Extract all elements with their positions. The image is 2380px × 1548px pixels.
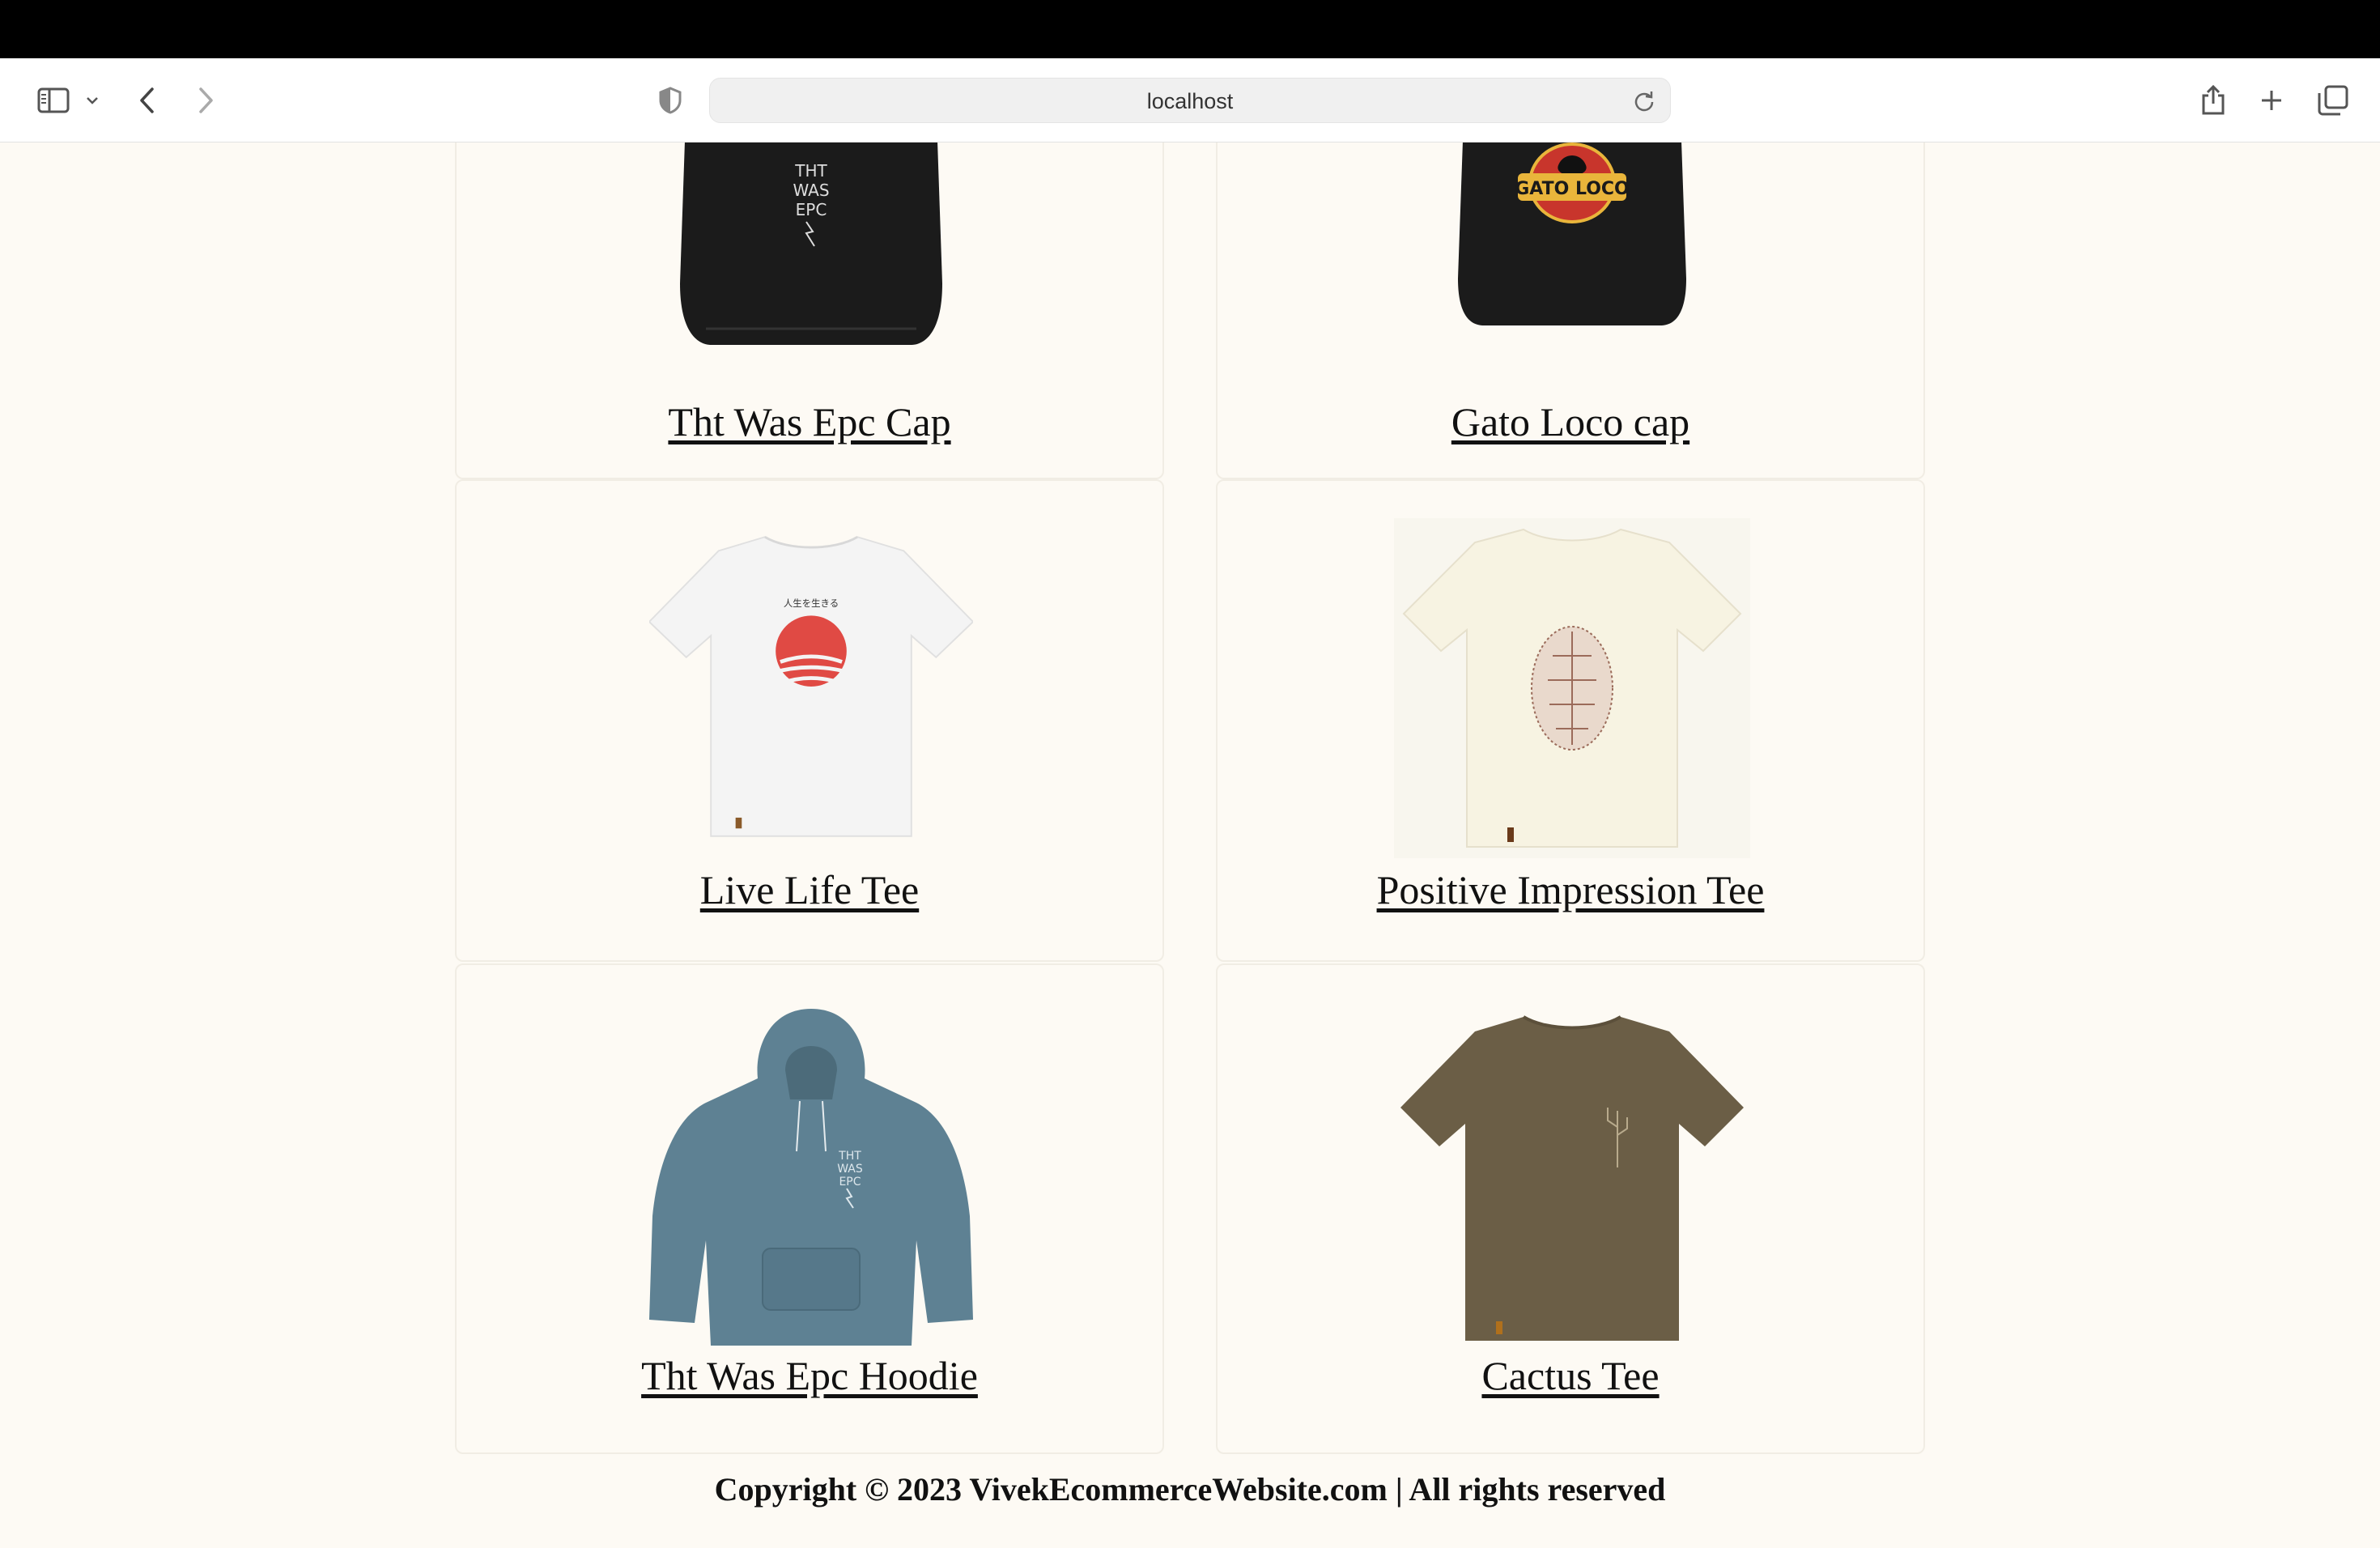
product-card[interactable]: Positive Impression Tee	[1216, 479, 1925, 962]
product-card[interactable]: Cactus Tee	[1216, 963, 1925, 1454]
product-card[interactable]: GATO LOCO Gato Loco cap	[1216, 142, 1925, 479]
product-name-link[interactable]: Cactus Tee	[1218, 1352, 1923, 1399]
product-image[interactable]	[1386, 518, 1758, 858]
product-image[interactable]	[1394, 1014, 1750, 1346]
product-image[interactable]: 人生を生きる	[649, 525, 973, 848]
hoodie-graphic-line-1: THT	[838, 1150, 861, 1163]
window-top-bar	[0, 0, 2380, 58]
address-bar[interactable]: localhost	[709, 78, 1671, 123]
footer-copyright: Copyright © 2023 VivekEcommerceWebsite.c…	[714, 1471, 1666, 1508]
product-card[interactable]: 人生を生きる Live Life Tee	[455, 479, 1164, 962]
forward-arrow-icon[interactable]	[189, 58, 222, 142]
chevron-down-icon[interactable]	[81, 58, 104, 142]
new-tab-plus-icon[interactable]	[2255, 58, 2288, 142]
product-name-link[interactable]: Gato Loco cap	[1218, 398, 1923, 445]
cap-graphic-line-3: EPC	[796, 200, 827, 219]
product-name-link[interactable]: Positive Impression Tee	[1218, 866, 1923, 913]
hoodie-graphic-line-3: EPC	[839, 1176, 861, 1189]
page-content: THT WAS EPC Tht Was Epc Cap GATO LOCO Ga…	[0, 142, 2380, 1548]
browser-toolbar: localhost	[0, 58, 2380, 142]
cap-graphic-line-1: THT	[794, 161, 827, 181]
tab-overview-icon[interactable]	[2315, 58, 2351, 142]
tee-graphic-text: 人生を生きる	[784, 598, 839, 609]
product-image[interactable]: THT WAS EPC	[641, 1006, 981, 1349]
product-name-link[interactable]: Tht Was Epc Cap	[457, 398, 1162, 445]
cap-graphic-line-2: WAS	[793, 181, 829, 200]
reload-icon[interactable]	[1633, 90, 1655, 117]
share-icon[interactable]	[2197, 58, 2229, 142]
privacy-shield-icon[interactable]	[654, 58, 686, 142]
product-card[interactable]: THT WAS EPC Tht Was Epc Hoodie	[455, 963, 1164, 1454]
hoodie-graphic-line-2: WAS	[837, 1163, 863, 1176]
url-text: localhost	[1146, 89, 1234, 113]
product-image[interactable]: THT WAS EPC	[649, 142, 973, 347]
product-card[interactable]: THT WAS EPC Tht Was Epc Cap	[455, 142, 1164, 479]
gato-loco-logo-text: GATO LOCO	[1515, 179, 1630, 199]
product-name-link[interactable]: Live Life Tee	[457, 866, 1162, 913]
product-name-link[interactable]: Tht Was Epc Hoodie	[457, 1352, 1162, 1399]
product-image[interactable]: GATO LOCO	[1410, 142, 1734, 327]
back-arrow-icon[interactable]	[131, 58, 164, 142]
sidebar-toggle-icon[interactable]	[29, 58, 78, 142]
